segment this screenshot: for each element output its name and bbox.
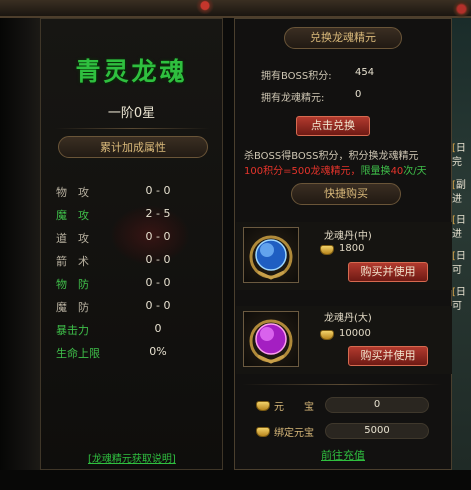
side-quest-entry: 进 — [452, 194, 471, 206]
exchange-info: 杀BOSS得BOSS积分，积分换龙魂精元 — [244, 151, 419, 162]
side-text: 可 — [452, 301, 462, 312]
attribute-value: 0 - 0 — [145, 184, 171, 197]
attribute-value: 0 - 0 — [145, 253, 171, 266]
side-quest-entry[interactable]: [日 — [452, 251, 471, 263]
blue-orb-icon — [249, 235, 293, 280]
side-text: 进 — [452, 194, 462, 205]
top-ornament-icon — [175, 0, 235, 14]
attribute-name: 物 防 — [56, 278, 89, 291]
divider — [242, 384, 442, 385]
attribute-row: 物 攻 0 - 0 — [56, 184, 216, 199]
background-window — [452, 18, 471, 470]
attribute-value: 0 - 0 — [145, 299, 171, 312]
help-link[interactable]: [龙魂精元获取说明] — [88, 450, 176, 465]
bound-ingot-icon — [256, 427, 270, 437]
item-name: 龙魂丹(大) — [324, 313, 372, 324]
bottom-strip — [0, 470, 471, 490]
limit-text: 限量换 — [360, 166, 391, 177]
attribute-row: 物 防 0 - 0 — [56, 276, 216, 291]
bound-yuanbao-label: 绑定元宝 — [274, 428, 314, 439]
attribute-name: 箭 术 — [56, 255, 89, 268]
boss-points-value: 454 — [355, 67, 375, 78]
side-quest-entry: 完 — [452, 157, 471, 169]
attribute-row: 生命上限 0% — [56, 345, 216, 360]
quick-buy-header: 快捷购买 — [291, 183, 401, 205]
essence-label: 拥有龙魂精元: — [261, 93, 325, 104]
limit-count: 40 — [390, 166, 404, 177]
gold-ingot-icon — [320, 330, 334, 340]
rate-text: 100积分=500龙魂精元， — [244, 166, 361, 177]
close-ornament-icon[interactable] — [452, 0, 471, 18]
side-quest-entry: 可 — [452, 265, 471, 277]
purple-orb-icon — [249, 319, 293, 364]
bound-yuanbao-field: 5000 — [325, 423, 429, 439]
attribute-name: 魔 攻 — [56, 209, 89, 222]
page-title: 青灵龙魂 — [75, 57, 188, 86]
rank-label: 一阶0星 — [107, 106, 156, 121]
attribute-value: 2 - 5 — [145, 207, 171, 220]
attribute-name: 生命上限 — [56, 347, 100, 360]
yuanbao-field: 0 — [325, 397, 429, 413]
essence-value: 0 — [355, 89, 362, 100]
attribute-value: 0 — [154, 322, 162, 335]
top-frame — [0, 0, 471, 18]
side-text: 可 — [452, 265, 462, 276]
boss-points-label: 拥有BOSS积分: — [261, 71, 332, 82]
limit-unit: 次/天 — [403, 166, 427, 177]
item-slot[interactable] — [243, 227, 299, 283]
side-text: 日 — [455, 143, 466, 154]
item-name: 龙魂丹(中) — [324, 231, 372, 242]
side-text: 完 — [452, 157, 462, 168]
redeem-button[interactable]: 点击兑换 — [296, 116, 370, 136]
attribute-row: 箭 术 0 - 0 — [56, 253, 216, 268]
divider — [55, 128, 210, 129]
attribute-value: 0 - 0 — [145, 276, 171, 289]
attribute-row: 暴击力 0 — [56, 322, 216, 337]
attribute-value: 0% — [149, 345, 167, 358]
background-scene — [0, 18, 40, 490]
attribute-header: 累计加成属性 — [58, 136, 208, 158]
attribute-value: 0 - 0 — [145, 230, 171, 243]
exchange-header: 兑换龙魂精元 — [284, 27, 402, 49]
gold-ingot-icon — [320, 245, 334, 255]
attribute-name: 物 攻 — [56, 186, 89, 199]
side-text: 日 — [455, 287, 466, 298]
attribute-row: 道 攻 0 - 0 — [56, 230, 216, 245]
item-price: 10000 — [339, 328, 371, 339]
side-quest-entry: 进 — [452, 229, 471, 241]
buy-and-use-button[interactable]: 购买并使用 — [348, 262, 428, 282]
side-text: 副 — [455, 180, 466, 191]
side-quest-entry: 可 — [452, 301, 471, 313]
recharge-link[interactable]: 前往充值 — [321, 447, 365, 463]
side-text: 进 — [452, 229, 462, 240]
attribute-row: 魔 攻 2 - 5 — [56, 207, 216, 222]
side-quest-entry[interactable]: [日 — [452, 215, 471, 227]
attribute-name: 道 攻 — [56, 232, 89, 245]
exchange-rate-info: 100积分=500龙魂精元，限量换40次/天 — [244, 162, 427, 177]
side-text: 日 — [455, 251, 466, 262]
attribute-name: 暴击力 — [56, 324, 89, 337]
gold-ingot-icon — [256, 401, 270, 411]
buy-and-use-button[interactable]: 购买并使用 — [348, 346, 428, 366]
attribute-name: 魔 防 — [56, 301, 89, 314]
side-quest-entry[interactable]: [日 — [452, 287, 471, 299]
side-text: 日 — [455, 215, 466, 226]
item-price: 1800 — [339, 243, 365, 254]
side-quest-entry[interactable]: [日 — [452, 143, 471, 155]
item-slot[interactable] — [243, 311, 299, 367]
side-quest-entry[interactable]: [副 — [452, 180, 471, 192]
attribute-row: 魔 防 0 - 0 — [56, 299, 216, 314]
yuanbao-label: 元 宝 — [274, 402, 314, 413]
